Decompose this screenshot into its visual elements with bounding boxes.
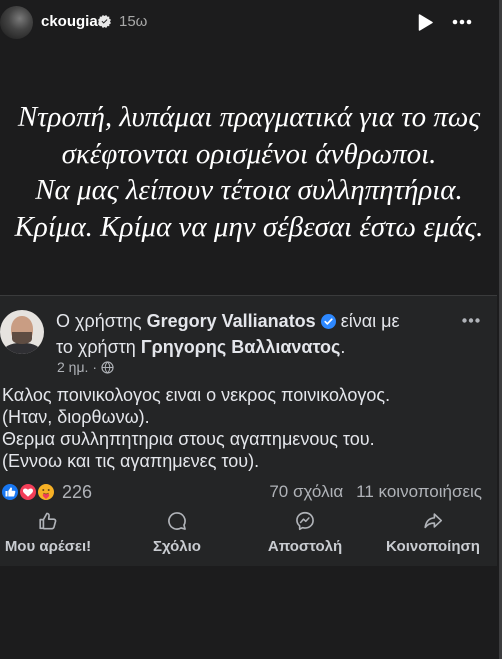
tagged-user-name[interactable]: Γρηγορης Βαλλιανατος [141, 337, 341, 357]
story-caption: Ντροπή, λυπάμαι πραγματικά για το πως σκ… [0, 99, 498, 245]
header-end: . [340, 337, 346, 357]
comment-label: Σχόλιο [153, 538, 201, 555]
more-options-icon[interactable] [452, 19, 472, 25]
header-with-text: είναι με [340, 311, 400, 331]
meta-separator: · [92, 359, 97, 375]
header-with-text-2: το χρήστη [56, 337, 136, 357]
verified-badge-icon [320, 314, 336, 329]
avatar-shoulders [3, 343, 41, 354]
send-icon [296, 511, 314, 531]
story-username[interactable]: ckougias [41, 13, 106, 31]
caption-line: Κρίμα. Κρίμα να μην σέβεσαι έστω εμάς. [14, 210, 484, 243]
post-header-line-2: το χρήστη Γρηγορης Βαλλιανατος. [56, 334, 400, 360]
post-header-line-1: Ο χρήστης Gregory Vallianatos είναι με [56, 308, 400, 334]
post-header: Ο χρήστης Gregory Vallianatos είναι με τ… [56, 308, 400, 360]
like-reaction-icon [0, 482, 20, 502]
shares-count[interactable]: 11 κοινοποιήσεις [356, 482, 482, 501]
shared-post-card: Ο χρήστης Gregory Vallianatos είναι με τ… [0, 295, 497, 566]
like-button[interactable]: Μου αρέσει! [0, 510, 96, 560]
post-text-line: (Ηταν, διορθωνω). [2, 407, 150, 427]
verified-badge-icon [98, 15, 111, 28]
comment-button[interactable]: Σχόλιο [113, 510, 241, 560]
love-reaction-icon [18, 482, 38, 502]
header-prefix: Ο χρήστης [56, 311, 142, 331]
globe-icon [101, 361, 114, 374]
send-button[interactable]: Αποστολή [241, 510, 369, 560]
comment-icon [168, 512, 186, 530]
share-icon [424, 513, 443, 529]
post-text-line: Θερμα συλληπητηρια στους αγαπημενους του… [2, 429, 375, 449]
play-icon[interactable] [418, 14, 433, 31]
post-meta: 2 ημ. · [57, 359, 114, 375]
comments-count[interactable]: 70 σχόλια [269, 482, 343, 501]
caption-line: Να μας λείπουν τέτοια συλληπητήρια. [35, 174, 463, 206]
reactions-summary[interactable] [0, 482, 56, 502]
avatar-beard [12, 332, 32, 344]
story-avatar[interactable] [0, 6, 33, 39]
care-reaction-icon [36, 482, 56, 502]
like-label: Μου αρέσει! [4, 538, 92, 555]
author-avatar[interactable] [0, 310, 44, 354]
caption-line: σκέφτονται ορισμένοι άνθρωποι. [61, 137, 437, 170]
share-button[interactable]: Κοινοποίηση [369, 510, 497, 560]
story-timestamp: 15ω [119, 13, 148, 30]
share-label: Κοινοποίηση [386, 538, 480, 555]
post-text-line: (Εννοω και τις αγαπημενες του). [2, 451, 260, 471]
post-text-line: Καλος ποινικολογος ειναι ο νεκρος ποινικ… [2, 385, 391, 405]
post-time[interactable]: 2 ημ. [57, 359, 88, 375]
like-icon [39, 512, 57, 530]
author-name[interactable]: Gregory Vallianatos [147, 311, 316, 331]
reactions-count[interactable]: 226 [62, 481, 92, 503]
caption-line: Ντροπή, λυπάμαι πραγματικά για το πως [17, 101, 481, 133]
post-text: Καλος ποινικολογος ειναι ο νεκρος ποινικ… [2, 384, 390, 472]
send-label: Αποστολή [267, 538, 343, 555]
post-stats: 70 σχόλια 11 κοινοποιήσεις [256, 481, 482, 503]
post-more-options-icon[interactable] [462, 318, 480, 323]
